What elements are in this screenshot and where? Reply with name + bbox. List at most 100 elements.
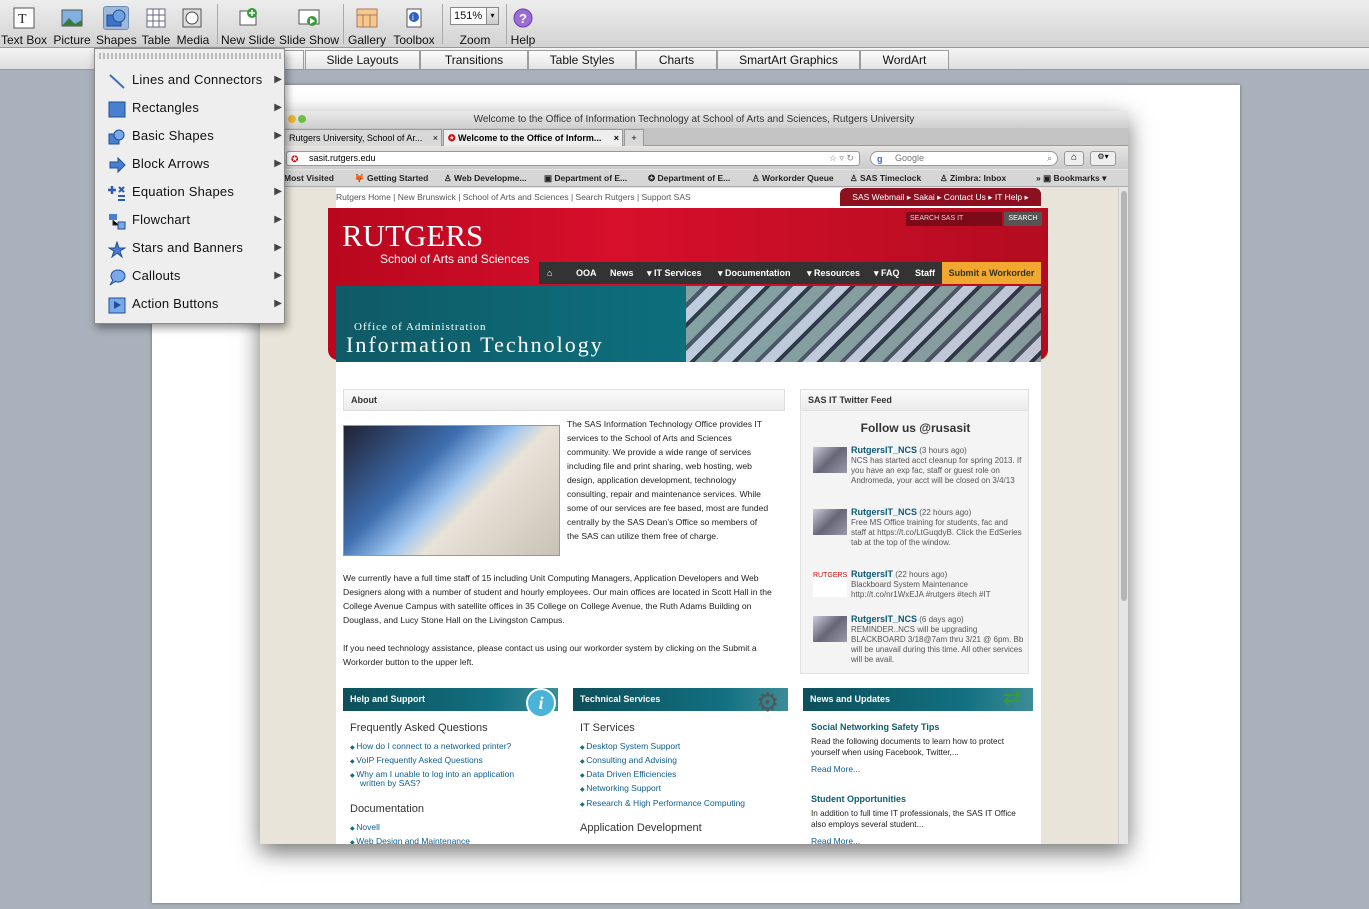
bookmark-item[interactable]: ♙ Zimbra: Inbox [940, 173, 1006, 184]
bookmark-item[interactable]: Most Visited [284, 173, 334, 183]
menu-item-block-arrows[interactable]: Block Arrows ▶ [96, 150, 284, 178]
tab-wordart[interactable]: WordArt [860, 50, 949, 69]
browser-tab-active[interactable]: ✪ Welcome to the Office of Inform... × [443, 129, 623, 146]
top-links[interactable]: SAS Webmail ▸ Sakai ▸ Contact Us ▸ IT He… [840, 188, 1041, 206]
chevron-right-icon: ▶ [274, 158, 282, 169]
menu-item-action-buttons[interactable]: Action Buttons ▶ [96, 290, 284, 318]
media-button[interactable]: Media [175, 2, 211, 48]
menu-item-basic-shapes[interactable]: Basic Shapes ▶ [96, 122, 284, 150]
menu-item-rectangles[interactable]: Rectangles ▶ [96, 94, 284, 122]
shapes-button[interactable]: Shapes [96, 2, 137, 48]
scrollbar[interactable] [1118, 188, 1128, 844]
menu-resources[interactable]: ▾ Resources [807, 268, 860, 279]
zoom-control[interactable]: 151% ▾ Zoom [446, 2, 504, 48]
service-link[interactable]: Consulting and Advising [580, 754, 677, 768]
slide-show-button[interactable]: Slide Show [279, 2, 339, 48]
doc-link[interactable]: Web Design and Maintenance [350, 835, 470, 844]
browser-screenshot[interactable]: Welcome to the Office of Information Tec… [260, 111, 1128, 844]
gallery-icon [354, 6, 380, 30]
news-title[interactable]: Student Opportunities [811, 794, 906, 804]
bookmark-item[interactable]: » ▣ Bookmarks ▾ [1036, 173, 1106, 184]
minimize-icon[interactable] [288, 115, 296, 123]
menu-it-services[interactable]: ▾ IT Services [647, 268, 702, 279]
maximize-icon[interactable] [298, 115, 306, 123]
scrollbar-thumb[interactable] [1121, 191, 1127, 601]
twitter-follow[interactable]: Follow us @rusasit [801, 421, 1030, 435]
site-search-button[interactable]: SEARCH [1004, 212, 1042, 226]
menu-ooa[interactable]: OOA [576, 268, 597, 278]
service-link[interactable]: Desktop System Support [580, 740, 680, 754]
bookmark-item[interactable]: 🦊 Getting Started [354, 173, 428, 184]
bookmark-item[interactable]: ▣ Department of E... [544, 173, 627, 184]
submit-workorder-button[interactable]: Submit a Workorder [942, 262, 1041, 284]
menu-drag-handle[interactable] [99, 53, 281, 59]
slide-show-icon [296, 6, 322, 30]
menu-item-stars-banners[interactable]: Stars and Banners ▶ [96, 234, 284, 262]
menu-news[interactable]: News [610, 268, 634, 278]
tab-transitions[interactable]: Transitions [420, 50, 528, 69]
table-button[interactable]: Table [140, 2, 172, 48]
shapes-icon [103, 6, 129, 30]
chevron-right-icon: ▶ [274, 270, 282, 281]
read-more-link[interactable]: Read More... [811, 836, 860, 844]
menu-icon[interactable]: ⚙▾ [1090, 151, 1116, 166]
faq-link[interactable]: VoIP Frequently Asked Questions [350, 754, 482, 768]
browser-tabs: Rutgers University, School of Ar... × ✪ W… [260, 128, 1128, 146]
tab-smartart-graphics[interactable]: SmartArt Graphics [717, 50, 860, 69]
news-heading: News and Updates [803, 688, 1033, 711]
tab-hidden[interactable] [283, 50, 304, 69]
zoom-input[interactable]: 151% [450, 7, 490, 25]
google-icon: g [877, 154, 883, 164]
menu-staff[interactable]: Staff [915, 268, 935, 278]
home-icon[interactable]: ⌂ [1064, 151, 1084, 166]
url-bar[interactable]: ✪ sasit.rutgers.edu ☆ ▿ ↻ [286, 151, 860, 166]
text-box-button[interactable]: T Text Box [0, 2, 48, 48]
reload-icon: ☆ ▿ ↻ [828, 153, 854, 163]
help-button[interactable]: ? Help [509, 2, 537, 48]
tab-table-styles[interactable]: Table Styles [528, 50, 636, 69]
site-search-input[interactable]: SEARCH SAS IT [906, 212, 1002, 226]
new-slide-button[interactable]: New Slide [220, 2, 276, 48]
equation-icon [108, 184, 126, 201]
tab-charts[interactable]: Charts [636, 50, 717, 69]
menu-documentation[interactable]: ▾ Documentation [718, 268, 791, 279]
browser-search-input[interactable]: g Google ⌕ [870, 151, 1058, 166]
home-icon[interactable]: ⌂ [547, 268, 552, 278]
rutgers-logo[interactable]: RUTGERS School of Arts and Sciences [342, 218, 529, 266]
chevron-down-icon[interactable]: ▾ [486, 7, 499, 25]
read-more-link[interactable]: Read More... [811, 764, 860, 774]
service-link[interactable]: Networking Support [580, 782, 661, 796]
tab-slide-layouts[interactable]: Slide Layouts [305, 50, 420, 69]
gear-icon: ⚙ [756, 687, 780, 717]
service-link[interactable]: Research & High Performance Computing [580, 797, 745, 811]
picture-button[interactable]: Picture [51, 2, 93, 48]
menu-item-flowchart[interactable]: Flowchart ▶ [96, 206, 284, 234]
text-box-icon: T [11, 6, 37, 30]
service-link[interactable]: Data Driven Efficiencies [580, 768, 676, 782]
bookmark-item[interactable]: ✪ Department of E... [648, 173, 730, 184]
bookmark-item[interactable]: ♙ Web Developme... [444, 173, 527, 184]
shapes-menu: Lines and Connectors ▶ Rectangles ▶ Basic … [94, 48, 285, 324]
browser-tab[interactable]: Rutgers University, School of Ar... × [284, 129, 442, 146]
gallery-button[interactable]: Gallery [346, 2, 388, 48]
bookmark-item[interactable]: ♙ SAS Timeclock [850, 173, 921, 184]
bookmark-item[interactable]: ♙ Workorder Queue [752, 173, 834, 184]
twitter-feed: Follow us @rusasit RutgersIT_NCS (3 hour… [800, 410, 1029, 674]
doc-link[interactable]: Novell [350, 821, 380, 835]
chevron-right-icon: ▶ [274, 74, 282, 85]
news-title[interactable]: Social Networking Safety Tips [811, 722, 939, 732]
breadcrumb[interactable]: Rutgers Home | New Brunswick | School of… [336, 192, 691, 202]
new-tab-button[interactable]: + [624, 129, 644, 146]
about-paragraph-2: We currently have a full time staff of 1… [343, 573, 772, 625]
menu-faq[interactable]: ▾ FAQ [874, 268, 900, 279]
new-slide-icon [235, 6, 261, 30]
menu-item-callouts[interactable]: Callouts ▶ [96, 262, 284, 290]
toolbox-button[interactable]: i Toolbox [390, 2, 438, 48]
faq-link[interactable]: How do I connect to a networked printer? [350, 740, 511, 754]
help-icon: ? [510, 6, 536, 30]
menu-item-equation-shapes[interactable]: Equation Shapes ▶ [96, 178, 284, 206]
menu-item-lines-connectors[interactable]: Lines and Connectors ▶ [96, 66, 284, 94]
chevron-right-icon: ▶ [274, 130, 282, 141]
star-icon [107, 240, 127, 259]
browser-title: Welcome to the Office of Information Tec… [260, 111, 1128, 128]
